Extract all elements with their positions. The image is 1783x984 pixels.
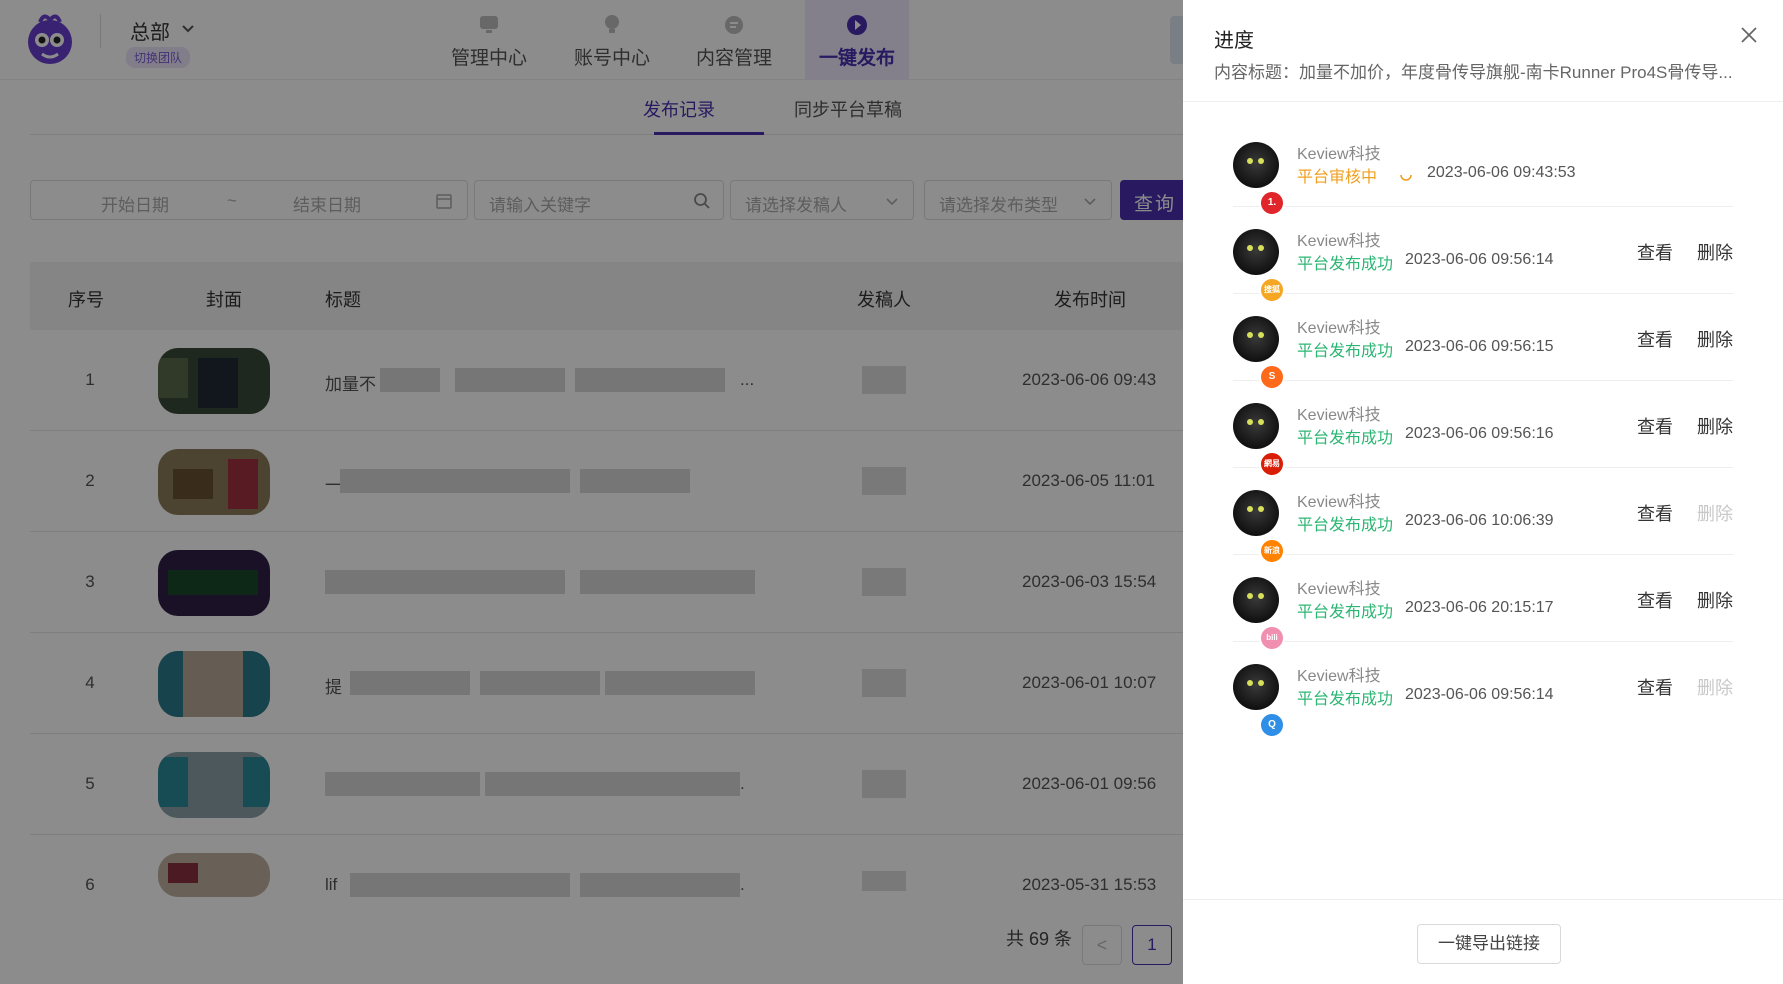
progress-drawer: 进度 内容标题：加量不加价，年度骨传导旗舰-南卡Runner Pro4S骨传导.… [1183, 0, 1783, 984]
platform-progress-item: 網易 Keview科技 平台发布成功 2023-06-06 09:56:16 查… [1233, 381, 1733, 477]
account-avatar: 搜狐 [1233, 229, 1285, 303]
status-time: 2023-06-06 09:56:16 [1405, 425, 1554, 442]
platform-progress-item: 新浪 Keview科技 平台发布成功 2023-06-06 10:06:39 查… [1233, 468, 1733, 564]
platform-progress-item: Q Keview科技 平台发布成功 2023-06-06 09:56:14 查看… [1233, 642, 1733, 738]
divider [1183, 101, 1783, 102]
status-label: 平台发布成功 [1297, 343, 1394, 360]
status-label: 平台发布成功 [1297, 517, 1394, 534]
delete-button[interactable]: 删除 [1697, 587, 1733, 613]
account-avatar: 網易 [1233, 403, 1285, 477]
status-time: 2023-06-06 09:56:14 [1405, 251, 1554, 268]
platform-progress-item: S Keview科技 平台发布成功 2023-06-06 09:56:15 查看… [1233, 294, 1733, 390]
platform-badge: Q [1259, 712, 1285, 738]
status-label: 平台发布成功 [1297, 256, 1394, 273]
account-name: Keview科技 [1297, 407, 1381, 424]
account-avatar: bili [1233, 577, 1285, 651]
delete-button-disabled: 删除 [1697, 504, 1733, 524]
account-name: Keview科技 [1297, 494, 1381, 511]
divider [1183, 899, 1783, 900]
view-button[interactable]: 查看 [1637, 674, 1673, 700]
status-label: 平台发布成功 [1297, 430, 1394, 447]
delete-button-disabled: 删除 [1697, 678, 1733, 698]
account-avatar: S [1233, 316, 1285, 390]
account-name: Keview科技 [1297, 668, 1381, 685]
account-avatar: 新浪 [1233, 490, 1285, 564]
account-avatar: Q [1233, 664, 1285, 738]
status-time: 2023-06-06 20:15:17 [1405, 599, 1554, 616]
status-label: 平台发布成功 [1297, 691, 1394, 708]
status-label: 平台审核中 [1297, 169, 1378, 186]
delete-button[interactable]: 删除 [1697, 239, 1733, 265]
status-time: 2023-06-06 09:56:15 [1405, 338, 1554, 355]
account-name: Keview科技 [1297, 320, 1381, 337]
delete-button[interactable]: 删除 [1697, 326, 1733, 352]
content-title-value: 加量不加价，年度骨传导旗舰-南卡Runner Pro4S骨传导... [1299, 63, 1733, 82]
view-button[interactable]: 查看 [1637, 239, 1673, 265]
loading-spinner-icon [1400, 174, 1412, 181]
view-button[interactable]: 查看 [1637, 587, 1673, 613]
view-button[interactable]: 查看 [1637, 326, 1673, 352]
delete-button[interactable]: 删除 [1697, 413, 1733, 439]
status-time: 2023-06-06 09:43:53 [1427, 164, 1576, 181]
content-title-label: 内容标题： [1214, 63, 1299, 82]
view-button[interactable]: 查看 [1637, 500, 1673, 526]
export-links-button[interactable]: 一键导出链接 [1417, 924, 1561, 964]
platform-progress-item: 搜狐 Keview科技 平台发布成功 2023-06-06 09:56:14 查… [1233, 207, 1733, 303]
account-name: Keview科技 [1297, 233, 1381, 250]
account-name: Keview科技 [1297, 146, 1381, 163]
status-time: 2023-06-06 10:06:39 [1405, 512, 1554, 529]
status-label: 平台发布成功 [1297, 604, 1394, 621]
platform-progress-item: 1. Keview科技 平台审核中 2023-06-06 09:43:53 [1233, 120, 1733, 216]
status-time: 2023-06-06 09:56:14 [1405, 686, 1554, 703]
content-title-line: 内容标题：加量不加价，年度骨传导旗舰-南卡Runner Pro4S骨传导... [1214, 58, 1754, 83]
view-button[interactable]: 查看 [1637, 413, 1673, 439]
account-avatar: 1. [1233, 142, 1285, 216]
platform-progress-item: bili Keview科技 平台发布成功 2023-06-06 20:15:17… [1233, 555, 1733, 651]
account-name: Keview科技 [1297, 581, 1381, 598]
close-icon[interactable] [1740, 26, 1758, 44]
drawer-title: 进度 [1214, 30, 1254, 52]
